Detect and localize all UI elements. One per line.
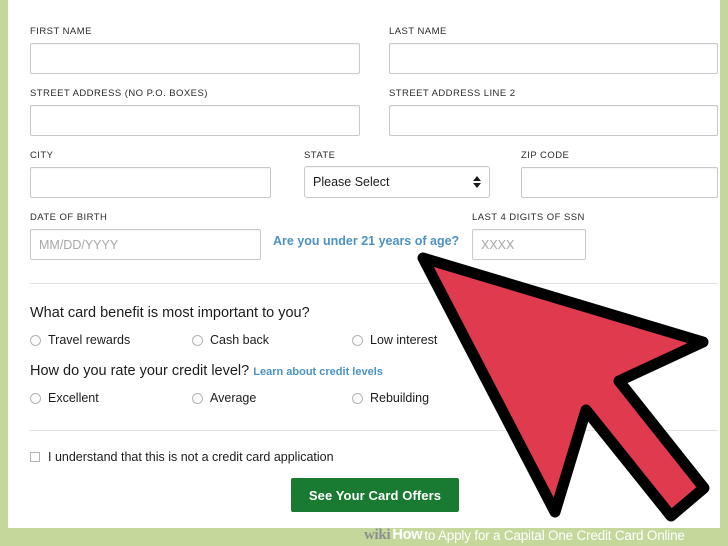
state-select[interactable]: Please Select: [304, 166, 490, 198]
radio-option-low-interest[interactable]: Low interest: [352, 333, 437, 347]
checkbox-icon[interactable]: [30, 452, 40, 462]
stepper-updown-icon: [472, 175, 481, 190]
wikihow-brand-how: How: [392, 527, 423, 543]
radio-option-label: Low interest: [370, 333, 438, 347]
radio-option-average[interactable]: Average: [192, 391, 256, 405]
radio-icon: [352, 334, 363, 346]
radio-option-label: Cash back: [210, 333, 270, 347]
radio-option-label: Rebuilding: [370, 391, 430, 405]
question-credit-level-text: How do you rate your credit level?: [30, 363, 250, 379]
radio-icon: [30, 334, 41, 346]
radio-option-cash-back[interactable]: Cash back: [192, 333, 269, 347]
wikihow-title: to Apply for a Capital One Credit Card O…: [424, 527, 685, 543]
last-name-label: LAST NAME: [389, 26, 447, 37]
radio-option-excellent[interactable]: Excellent: [30, 391, 99, 405]
city-label: CITY: [30, 150, 54, 161]
street-address-label-text: STREET ADDRESS: [30, 88, 122, 99]
street-address-label-note: (NO P.O. BOXES): [124, 88, 208, 99]
radio-option-label: Travel rewards: [48, 333, 131, 347]
form-card: FIRST NAME LAST NAME STREET ADDRESS (NO …: [8, 0, 720, 528]
zip-code-input[interactable]: [521, 167, 718, 198]
ssn-last4-input[interactable]: [472, 229, 586, 260]
form-body: FIRST NAME LAST NAME STREET ADDRESS (NO …: [22, 0, 720, 528]
radio-option-label: Excellent: [48, 391, 99, 405]
question-credit-level: How do you rate your credit level? Learn…: [30, 363, 383, 379]
last-name-input[interactable]: [389, 43, 718, 74]
radio-group-credit-level: Excellent Average Rebuilding: [30, 391, 450, 409]
see-your-card-offers-button[interactable]: See Your Card Offers: [291, 478, 459, 512]
radio-option-label: Average: [210, 391, 257, 405]
first-name-input[interactable]: [30, 43, 360, 74]
street-address-2-input[interactable]: [389, 105, 718, 136]
date-of-birth-input[interactable]: [30, 229, 261, 260]
street-address-2-label: STREET ADDRESS LINE 2: [389, 88, 516, 99]
radio-icon: [192, 334, 203, 346]
screenshot-root: FIRST NAME LAST NAME STREET ADDRESS (NO …: [0, 0, 728, 546]
state-label: STATE: [304, 150, 336, 161]
credit-levels-link[interactable]: Learn about credit levels: [253, 366, 383, 378]
state-select-value: Please Select: [313, 175, 390, 189]
city-input[interactable]: [30, 167, 271, 198]
under-21-link[interactable]: Are you under 21 years of age?: [273, 234, 459, 248]
first-name-label: FIRST NAME: [30, 26, 92, 37]
street-address-input[interactable]: [30, 105, 360, 136]
divider-bottom: [30, 430, 718, 431]
radio-icon: [192, 392, 203, 404]
zip-code-label: ZIP CODE: [521, 150, 570, 161]
radio-group-card-benefit: Travel rewards Cash back Low interest: [30, 333, 450, 351]
radio-icon: [352, 392, 363, 404]
radio-option-rebuilding[interactable]: Rebuilding: [352, 391, 429, 405]
ssn-last4-label: LAST 4 DIGITS OF SSN: [472, 212, 585, 223]
radio-icon: [30, 392, 41, 404]
question-card-benefit: What card benefit is most important to y…: [30, 305, 310, 321]
date-of-birth-label: DATE OF BIRTH: [30, 212, 108, 223]
disclaimer-checkbox-row[interactable]: I understand that this is not a credit c…: [30, 450, 334, 464]
street-address-label: STREET ADDRESS (NO P.O. BOXES): [30, 88, 208, 99]
divider-top: [30, 283, 718, 284]
wikihow-brand-wiki: wiki: [364, 526, 391, 543]
wikihow-watermark: wiki How to Apply for a Capital One Cred…: [360, 524, 728, 546]
radio-option-travel-rewards[interactable]: Travel rewards: [30, 333, 130, 347]
disclaimer-checkbox-label: I understand that this is not a credit c…: [48, 450, 334, 464]
